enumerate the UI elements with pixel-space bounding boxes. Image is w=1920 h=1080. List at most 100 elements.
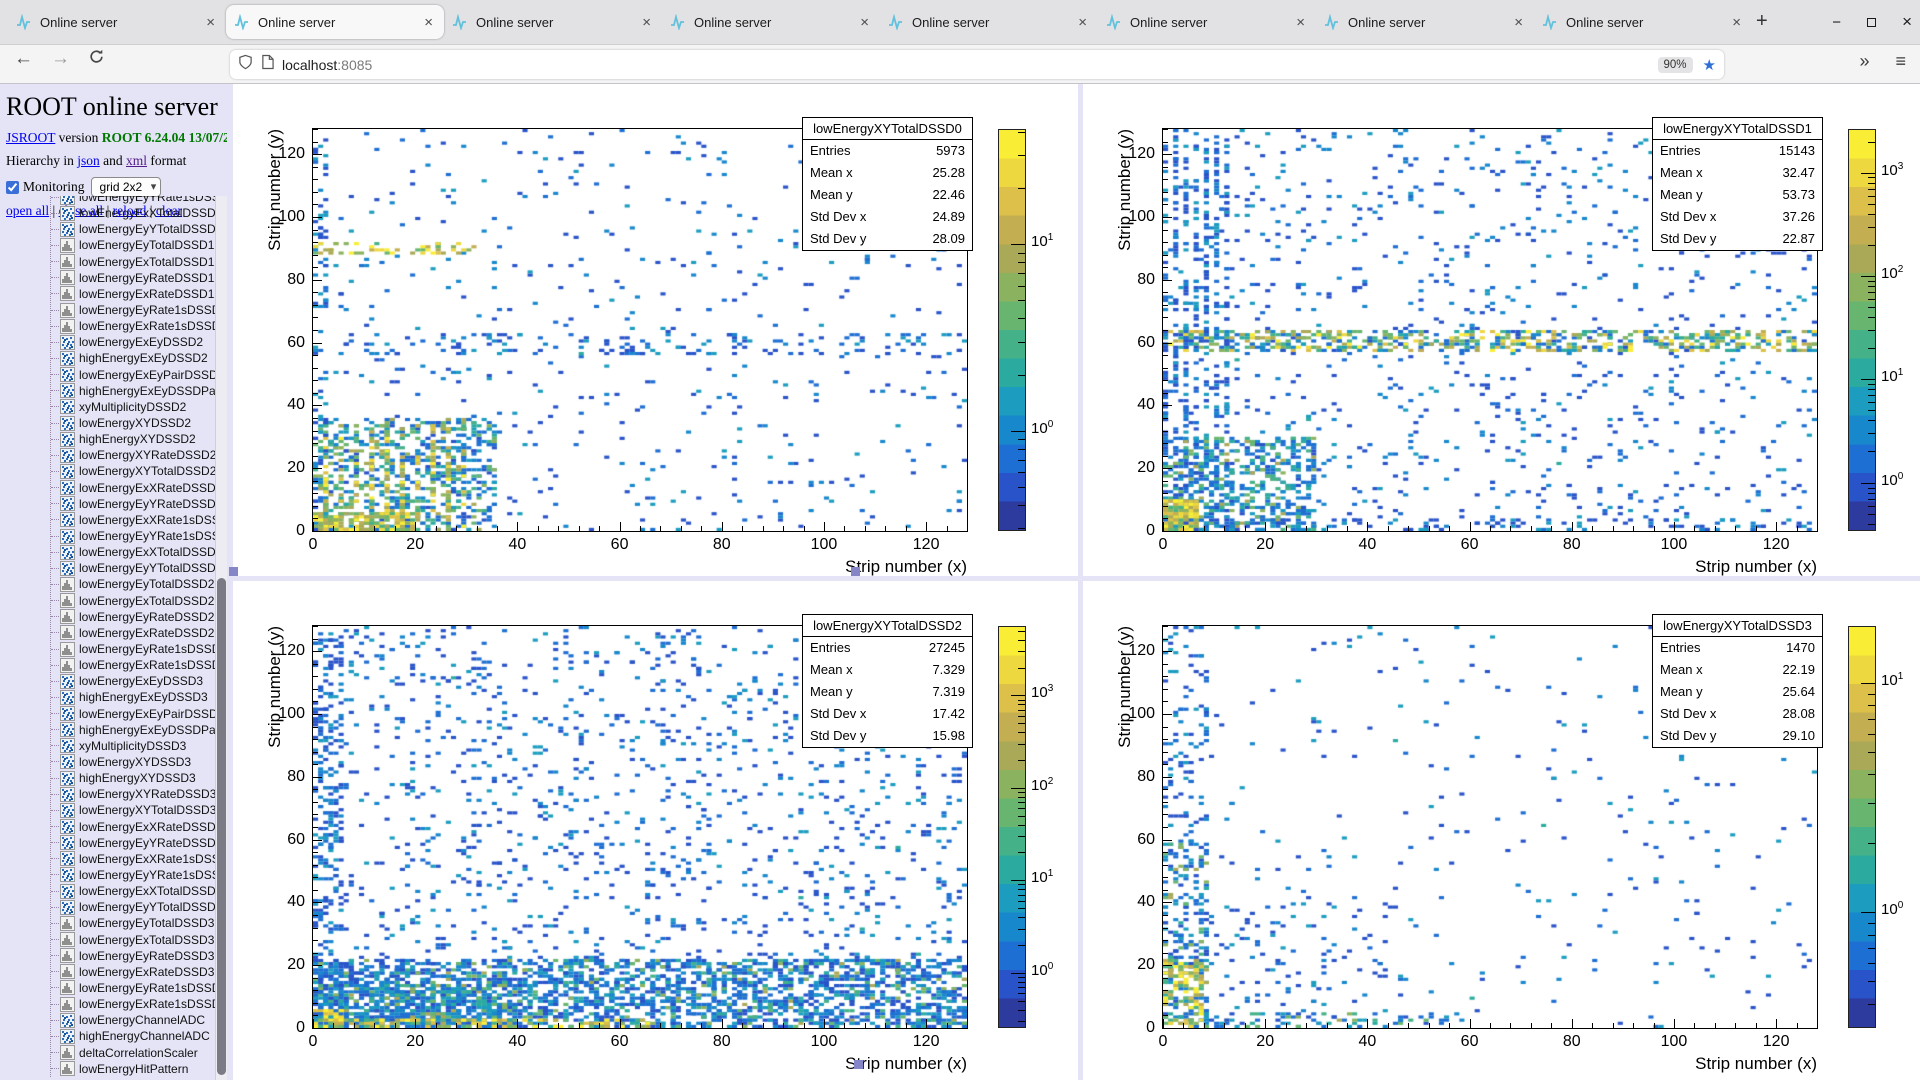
tree-item[interactable]: lowEnergyExXRate1sDSSD3 <box>51 851 215 867</box>
tree-item[interactable]: lowEnergyXYRateDSSD3 <box>51 786 215 802</box>
browser-tab[interactable]: Online server × <box>444 5 662 39</box>
tree-item[interactable]: lowEnergyExRateDSSD3 <box>51 964 215 980</box>
tab-close-icon[interactable]: × <box>639 14 654 31</box>
tree-item[interactable]: highEnergyXYDSSD2 <box>51 431 215 447</box>
tree-item[interactable]: xyMultiplicityDSSD3 <box>51 738 215 754</box>
url-bar[interactable]: localhost:8085 90% ★ <box>230 50 1724 79</box>
tab-close-icon[interactable]: × <box>1075 14 1090 31</box>
tree-item[interactable]: lowEnergyExEyPairDSSD2 <box>51 367 215 383</box>
tree-item[interactable]: highEnergyExEyDSSDPair2 <box>51 383 215 399</box>
colorbar[interactable] <box>998 626 1026 1028</box>
tree-item[interactable]: lowEnergyXYRateDSSD2 <box>51 447 215 463</box>
tree-item[interactable]: lowEnergyExRate1sDSSD2 <box>51 657 215 673</box>
stat-box[interactable]: lowEnergyXYTotalDSSD1 Entries 15143 Mean x 3… <box>1652 117 1823 251</box>
monitoring-checkbox[interactable] <box>6 180 19 194</box>
tree-item[interactable]: lowEnergyEyYTotalDSSD2 <box>51 560 215 576</box>
json-link[interactable]: json <box>77 153 100 168</box>
tree-item[interactable]: lowEnergyEyYRateDSSD3 <box>51 835 215 851</box>
tab-close-icon[interactable]: × <box>1511 14 1526 31</box>
window-minimize-icon[interactable]: − <box>1832 14 1841 31</box>
tab-close-icon[interactable]: × <box>421 14 436 31</box>
tree-item[interactable]: xyMultiplicityDSSD2 <box>51 399 215 415</box>
tree-item[interactable]: lowEnergyExXRateDSSD3 <box>51 818 215 835</box>
tree-item[interactable]: highEnergyChannelADC <box>51 1028 215 1044</box>
tree-item[interactable]: lowEnergyEyRate1sDSSD1 <box>51 302 215 318</box>
tree-item[interactable]: lowEnergyExEyDSSD2 <box>51 334 215 350</box>
tree-item[interactable]: lowEnergyEyRate1sDSSD2 <box>51 641 215 657</box>
grid-separator-handle[interactable] <box>854 1060 863 1069</box>
tree-item[interactable]: lowEnergyExXRate1sDSSD2 <box>51 512 215 528</box>
window-close-icon[interactable]: × <box>1902 12 1912 32</box>
tree-item[interactable]: lowEnergyExEyDSSD3 <box>51 673 215 689</box>
stat-box[interactable]: lowEnergyXYTotalDSSD0 Entries 5973 Mean x 25… <box>802 117 973 251</box>
zoom-level-badge[interactable]: 90% <box>1657 56 1693 73</box>
browser-tab[interactable]: Online server × <box>226 5 444 39</box>
tree-item[interactable]: lowEnergyEyTotalDSSD1 <box>51 237 215 253</box>
reload-icon[interactable] <box>88 48 105 71</box>
tree-item[interactable]: lowEnergyExRateDSSD2 <box>51 625 215 641</box>
tab-close-icon[interactable]: × <box>203 14 218 31</box>
stat-box[interactable]: lowEnergyXYTotalDSSD3 Entries 1470 Mean x 22… <box>1652 614 1823 748</box>
scrollbar-thumb[interactable] <box>217 578 226 1075</box>
browser-tab[interactable]: Online server × <box>880 5 1098 39</box>
tree-item[interactable]: lowEnergyXYTotalDSSD3 <box>51 802 215 818</box>
tree-item[interactable]: lowEnergyExRateDSSD1 <box>51 286 215 302</box>
tree-item[interactable]: lowEnergyExTotalDSSD2 <box>51 593 215 609</box>
tree-item[interactable]: lowEnergyXYTotalDSSD2 <box>51 463 215 479</box>
tree-item[interactable]: lowEnergyExXTotalDSSD1 <box>51 205 215 221</box>
tree-item[interactable]: lowEnergyEyYRateDSSD2 <box>51 496 215 512</box>
grid-separator-handle[interactable] <box>851 567 860 576</box>
tree-item[interactable]: lowEnergyEyRateDSSD2 <box>51 609 215 625</box>
tree-item[interactable]: lowEnergyExTotalDSSD3 <box>51 931 215 948</box>
forward-icon[interactable]: → <box>51 48 70 71</box>
new-tab-button[interactable]: + <box>1756 10 1768 33</box>
tree-item[interactable]: highEnergyExEyDSSDPair3 <box>51 722 215 738</box>
tree-item[interactable]: lowEnergyEyYRate1sDSSD3 <box>51 867 215 883</box>
tree-item[interactable]: lowEnergyExRate1sDSSD1 <box>51 318 215 334</box>
tree-item[interactable]: lowEnergyEyYRate1sDSSD2 <box>51 528 215 544</box>
tree-item[interactable]: highEnergyExEyDSSD2 <box>51 350 215 366</box>
window-maximize-icon[interactable] <box>1867 17 1877 27</box>
bookmark-star-icon[interactable]: ★ <box>1703 56 1716 74</box>
sidebar-scrollbar[interactable] <box>215 196 227 1080</box>
histogram-panel-lowEnergyXYTotalDSSD3[interactable]: 0 20 40 60 80 100 120 0 20 40 60 80 100 120 Strip numb… <box>1083 581 1920 1080</box>
tab-close-icon[interactable]: × <box>857 14 872 31</box>
tree-item[interactable]: lowEnergyEyRateDSSD1 <box>51 270 215 286</box>
back-icon[interactable]: ← <box>14 48 33 71</box>
histogram-panel-lowEnergyXYTotalDSSD2[interactable]: 0 20 40 60 80 100 120 0 20 40 60 80 100 120 Strip numb… <box>233 581 1078 1080</box>
xml-link[interactable]: xml <box>126 153 147 168</box>
tree-item[interactable]: lowEnergyEyRate1sDSSD3 <box>51 980 215 996</box>
tree-item[interactable]: highEnergyExEyDSSD3 <box>51 689 215 705</box>
jsroot-link[interactable]: JSROOT <box>6 130 55 145</box>
stat-box[interactable]: lowEnergyXYTotalDSSD2 Entries 27245 Mean x 7… <box>802 614 973 748</box>
grid-layout-select[interactable]: grid 2x2 ▾ <box>90 177 162 197</box>
tree-item[interactable]: lowEnergyXYDSSD3 <box>51 754 215 770</box>
toolbar-overflow-icon[interactable]: » <box>1859 51 1869 72</box>
tree-item[interactable]: lowEnergyExTotalDSSD1 <box>51 254 215 270</box>
tree-item[interactable]: lowEnergyHitPattern <box>51 1061 215 1077</box>
colorbar[interactable] <box>998 129 1026 531</box>
tree-item[interactable]: lowEnergyExXTotalDSSD2 <box>51 544 215 560</box>
page-info-icon[interactable] <box>261 54 274 75</box>
grid-separator-handle[interactable] <box>229 567 238 576</box>
browser-tab[interactable]: Online server × <box>1534 5 1752 39</box>
tab-close-icon[interactable]: × <box>1729 14 1744 31</box>
browser-tab[interactable]: Online server × <box>662 5 880 39</box>
browser-tab[interactable]: Online server × <box>1316 5 1534 39</box>
colorbar[interactable] <box>1848 129 1876 531</box>
tab-close-icon[interactable]: × <box>1293 14 1308 31</box>
tree-item[interactable]: lowEnergyChannelADC <box>51 1012 215 1028</box>
colorbar[interactable] <box>1848 626 1876 1028</box>
tree-item[interactable]: lowEnergyExXTotalDSSD3 <box>51 883 215 899</box>
tree-item[interactable]: lowEnergyEyYRate1sDSSD1 <box>51 196 215 205</box>
tree-item[interactable]: lowEnergyXYDSSD2 <box>51 415 215 431</box>
browser-tab[interactable]: Online server × <box>1098 5 1316 39</box>
tree-item[interactable]: lowEnergyEyTotalDSSD3 <box>51 915 215 931</box>
tree-item[interactable]: lowEnergyEyYTotalDSSD3 <box>51 899 215 915</box>
tree-item[interactable]: lowEnergyExXRateDSSD2 <box>51 480 215 496</box>
tree-item[interactable]: lowEnergyExRate1sDSSD3 <box>51 996 215 1012</box>
menu-hamburger-icon[interactable]: ≡ <box>1895 51 1906 72</box>
tree-item[interactable]: lowEnergyExEyPairDSSD3 <box>51 706 215 722</box>
tree-item[interactable]: lowEnergyEyTotalDSSD2 <box>51 576 215 592</box>
shield-icon[interactable] <box>238 54 253 75</box>
